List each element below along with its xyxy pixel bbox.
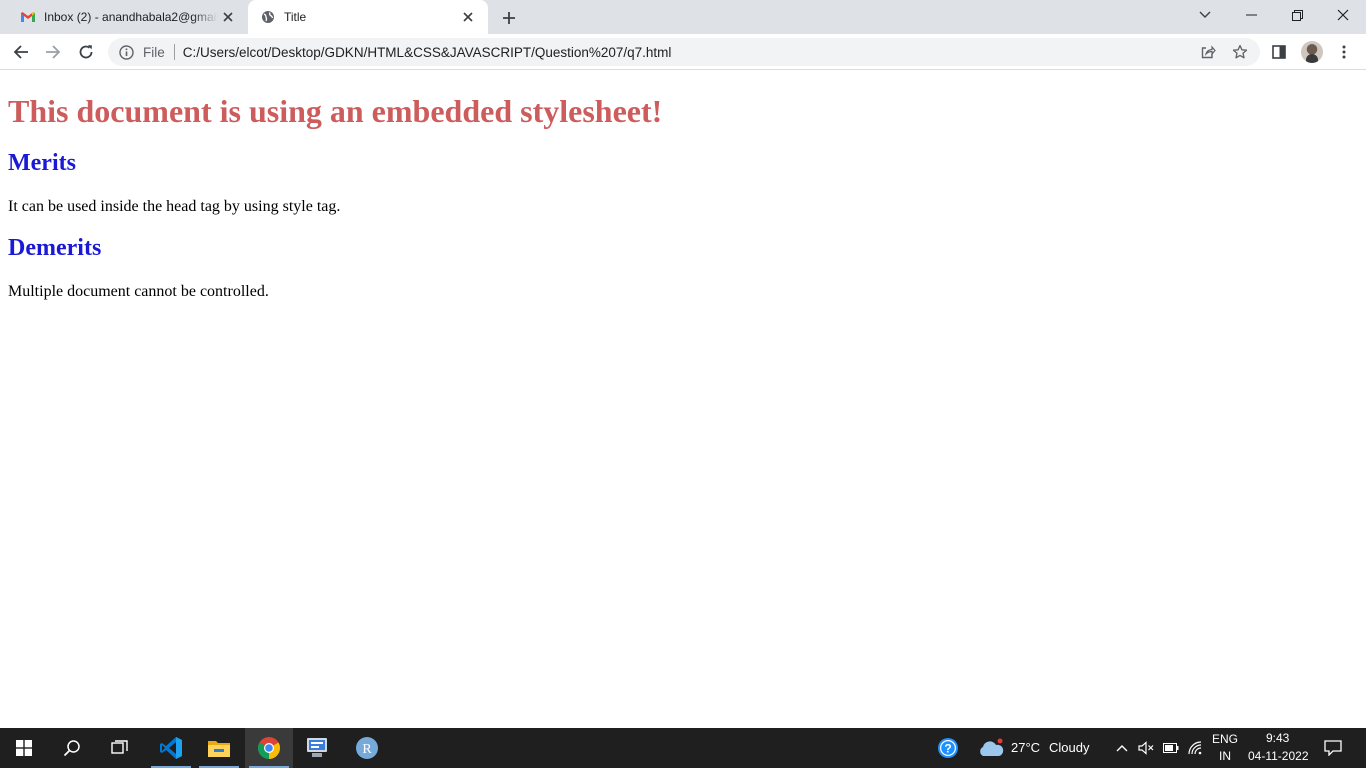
battery-icon	[1163, 743, 1179, 753]
web-page: This document is using an embedded style…	[0, 71, 1366, 728]
close-tab-icon[interactable]	[458, 7, 478, 27]
taskbar: R ? 27°C Cloudy ENG IN 9:43 04-11-2022	[0, 728, 1366, 768]
chrome-icon	[258, 737, 280, 759]
svg-text:?: ?	[944, 742, 951, 756]
close-icon	[1337, 9, 1349, 21]
tab-title: Title	[284, 10, 307, 24]
avatar	[1301, 41, 1323, 63]
share-button[interactable]	[1194, 38, 1222, 66]
task-view-icon	[111, 740, 128, 754]
weather-temp[interactable]: 27°C	[1011, 740, 1040, 755]
start-button[interactable]	[0, 728, 48, 768]
restore-icon	[1291, 9, 1303, 21]
weather-text[interactable]: Cloudy	[1049, 740, 1089, 755]
language-indicator[interactable]: ENG	[1212, 732, 1238, 746]
volume-muted-icon	[1138, 741, 1154, 755]
profile-button[interactable]	[1298, 38, 1326, 66]
search-icon	[63, 740, 80, 757]
windows-start-icon	[16, 740, 32, 756]
tab-search-button[interactable]	[1182, 0, 1228, 30]
wifi-icon	[1188, 741, 1202, 755]
vscode-icon	[160, 737, 182, 759]
gmail-icon	[20, 9, 36, 25]
cloud-icon	[980, 738, 1004, 756]
menu-button[interactable]	[1330, 38, 1358, 66]
region-indicator[interactable]: IN	[1219, 749, 1231, 763]
battery-button[interactable]	[1161, 728, 1181, 768]
url-scheme-label: File	[143, 44, 165, 60]
chevron-up-icon	[1116, 745, 1128, 752]
restore-button[interactable]	[1274, 0, 1320, 30]
tab-strip: Inbox (2) - anandhabala2@gmail.com - Gma…	[0, 0, 1366, 34]
minimize-icon	[1245, 14, 1257, 16]
notification-icon	[1324, 740, 1342, 756]
demerits-text: Multiple document cannot be controlled.	[8, 283, 269, 300]
search-button[interactable]	[48, 728, 96, 768]
info-icon[interactable]	[118, 44, 134, 60]
svg-text:R: R	[362, 742, 372, 757]
vscode-taskbar-item[interactable]	[147, 728, 195, 768]
clock-date[interactable]: 04-11-2022	[1248, 749, 1309, 763]
bookmark-button[interactable]	[1226, 38, 1254, 66]
notifications-button[interactable]	[1320, 728, 1346, 768]
file-explorer-taskbar-item[interactable]	[195, 728, 243, 768]
star-icon	[1232, 44, 1248, 59]
close-window-button[interactable]	[1320, 0, 1366, 30]
clock-time[interactable]: 9:43	[1266, 731, 1289, 745]
weather-widget[interactable]	[976, 728, 1006, 768]
network-app-taskbar-item[interactable]	[293, 728, 341, 768]
wifi-button[interactable]	[1186, 728, 1206, 768]
tab-title-page[interactable]: Title	[248, 0, 488, 34]
globe-icon	[260, 9, 276, 25]
tab-title: Inbox (2) - anandhabala2@gmail.com - Gma…	[44, 10, 218, 24]
r-app-icon: R	[356, 737, 378, 759]
forward-button[interactable]	[39, 38, 67, 66]
minimize-button[interactable]	[1228, 0, 1274, 30]
omnibox-divider	[173, 44, 175, 60]
show-hidden-icons-button[interactable]	[1113, 728, 1131, 768]
plus-icon	[503, 12, 515, 24]
help-tray-button[interactable]: ?	[934, 728, 962, 768]
volume-button[interactable]	[1136, 728, 1156, 768]
chevron-down-icon	[1199, 11, 1211, 18]
new-tab-button[interactable]	[498, 7, 520, 29]
page-heading: This document is using an embedded style…	[8, 93, 663, 129]
tab-gmail[interactable]: Inbox (2) - anandhabala2@gmail.com - Gma…	[8, 0, 248, 34]
kebab-menu-icon	[1342, 45, 1346, 59]
forward-arrow-icon	[46, 45, 61, 59]
r-app-taskbar-item[interactable]: R	[343, 728, 391, 768]
url-text[interactable]: C:/Users/elcot/Desktop/GDKN/HTML&CSS&JAV…	[183, 45, 672, 60]
side-panel-button[interactable]	[1265, 38, 1293, 66]
help-icon: ?	[938, 738, 958, 758]
demerits-heading: Demerits	[8, 235, 102, 261]
task-view-button[interactable]	[96, 728, 144, 768]
address-bar[interactable]: File C:/Users/elcot/Desktop/GDKN/HTML&CS…	[108, 38, 1260, 66]
close-tab-icon[interactable]	[218, 7, 238, 27]
reload-icon	[79, 45, 93, 59]
side-panel-icon	[1272, 45, 1286, 59]
browser-toolbar: File C:/Users/elcot/Desktop/GDKN/HTML&CS…	[0, 34, 1366, 70]
merits-text: It can be used inside the head tag by us…	[8, 198, 341, 215]
network-app-icon	[307, 738, 327, 757]
back-arrow-icon	[13, 45, 28, 59]
reload-button[interactable]	[72, 38, 100, 66]
back-button[interactable]	[7, 38, 35, 66]
merits-heading: Merits	[8, 150, 76, 176]
chrome-taskbar-item[interactable]	[245, 728, 293, 768]
share-icon	[1201, 45, 1216, 59]
file-explorer-icon	[208, 741, 230, 757]
